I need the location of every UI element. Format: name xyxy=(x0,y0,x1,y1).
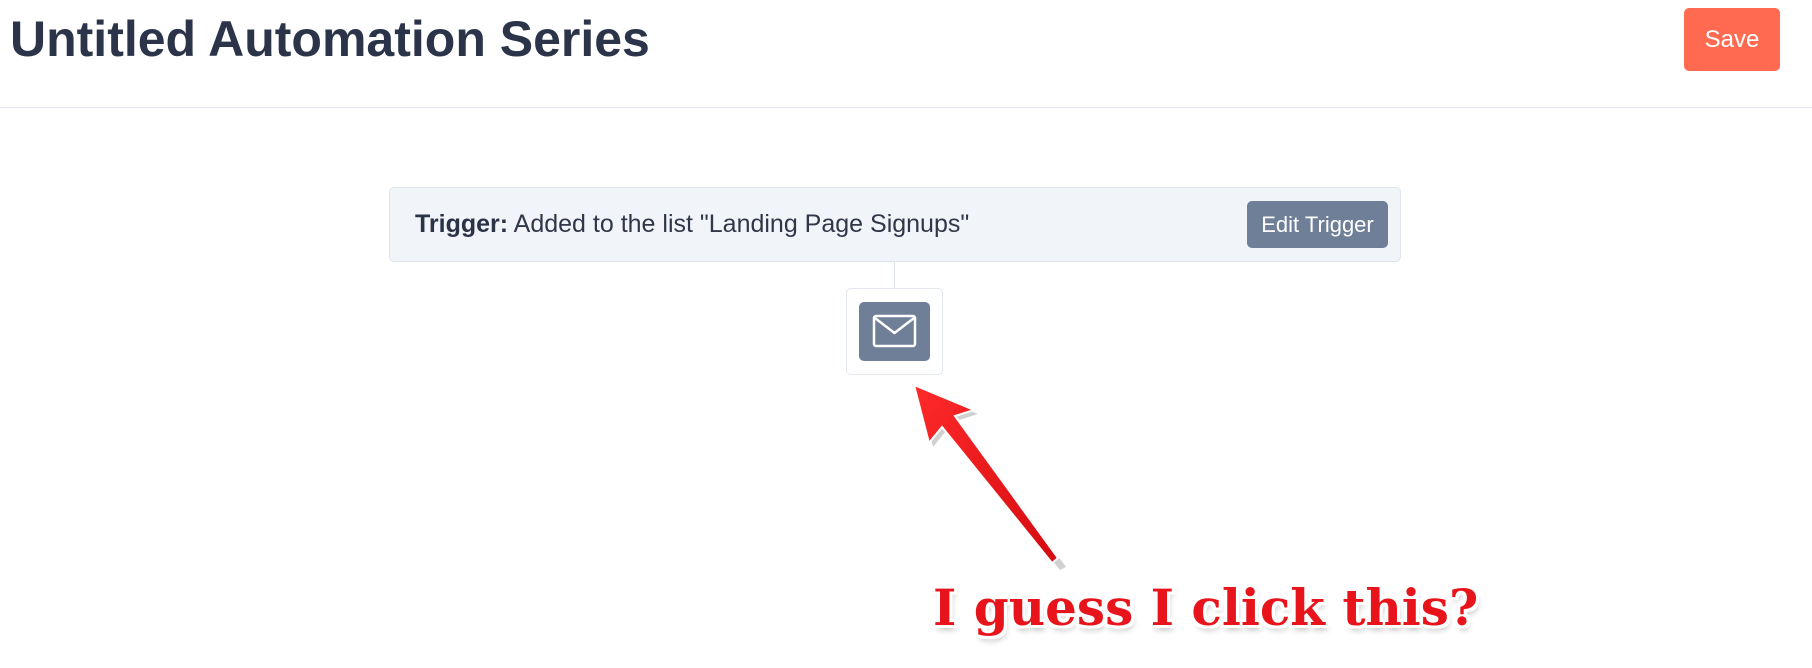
annotation-text: I guess I click this? xyxy=(933,578,1479,637)
edit-trigger-button[interactable]: Edit Trigger xyxy=(1247,201,1388,248)
save-button[interactable]: Save xyxy=(1684,8,1780,71)
connector-line xyxy=(894,262,895,288)
page-title: Untitled Automation Series xyxy=(10,11,650,67)
page-header: Untitled Automation Series Save xyxy=(0,0,1812,108)
trigger-bar: Trigger: Added to the list "Landing Page… xyxy=(389,187,1401,262)
trigger-label: Trigger: xyxy=(415,210,509,238)
email-step-button[interactable] xyxy=(859,302,930,361)
red-arrow xyxy=(912,383,1066,570)
trigger-text: Trigger: Added to the list "Landing Page… xyxy=(415,188,969,261)
envelope-icon xyxy=(872,314,917,348)
trigger-description: Added to the list "Landing Page Signups" xyxy=(513,210,970,238)
email-step-node[interactable] xyxy=(846,288,943,375)
